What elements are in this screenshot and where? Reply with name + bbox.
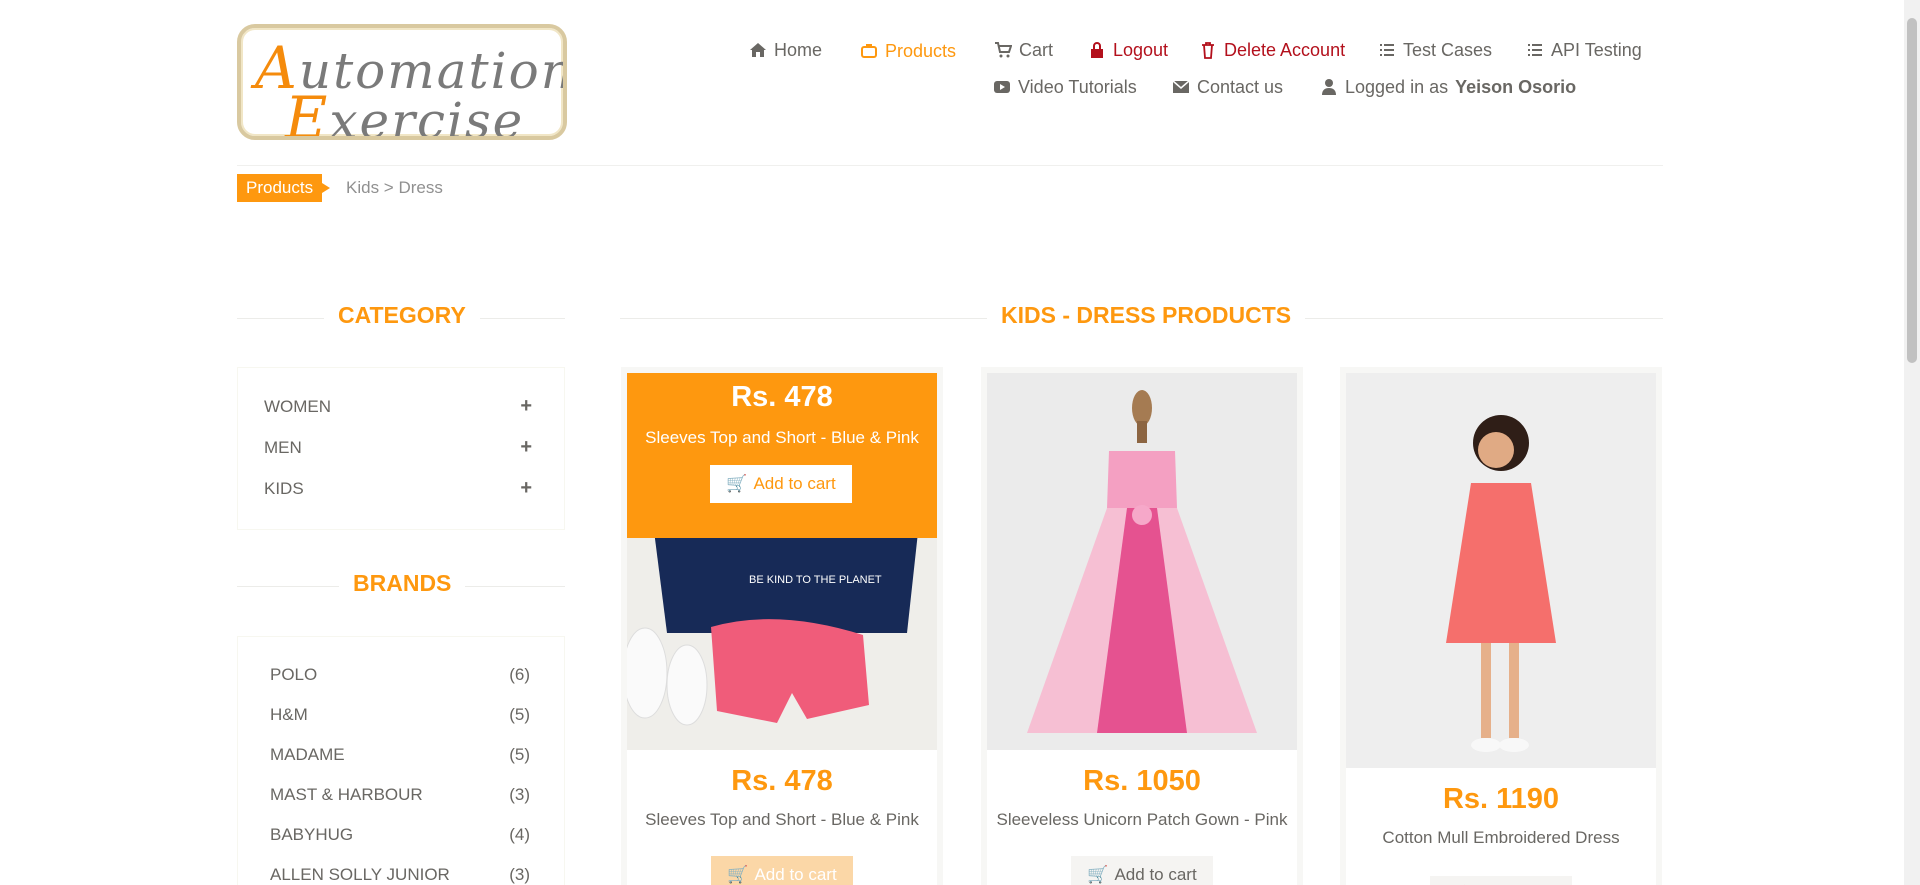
briefcase-icon (861, 44, 877, 58)
product-image (1346, 373, 1656, 768)
breadcrumb-products[interactable]: Products (237, 174, 331, 202)
nav-contact-us[interactable]: Contact us (1172, 75, 1283, 99)
trash-icon (1202, 42, 1214, 59)
product-image (987, 373, 1297, 750)
product-card: BE KIND TO THE PLANET Rs. 478 Sleeves To… (621, 367, 943, 885)
add-to-cart-button[interactable]: 🛒Add to cart (1430, 876, 1572, 885)
cart-icon (995, 42, 1012, 58)
nav-delete-account[interactable]: Delete Account (1199, 38, 1345, 62)
main-nav: Home Products Cart Logout Delete Account… (0, 38, 1920, 98)
logged-in-username: Yeison Osorio (1455, 76, 1577, 97)
nav-home[interactable]: Home (749, 38, 822, 62)
brands-panel: POLO (6) H&M (5) MADAME (5) MAST & HARBOUR(… (237, 636, 565, 885)
brand-polo[interactable]: POLO (6) (270, 665, 530, 685)
cart-icon: 🛒 (1087, 865, 1109, 884)
youtube-play-icon (994, 81, 1010, 93)
category-kids[interactable]: KIDS + (264, 477, 532, 500)
nav-products[interactable]: Products (860, 39, 956, 63)
brands-title: BRANDS (339, 570, 466, 597)
overlay-price: Rs. 478 (731, 381, 833, 413)
scrollbar-thumb[interactable] (1907, 18, 1917, 363)
nav-cart[interactable]: Cart (994, 38, 1053, 62)
list-icon (1380, 44, 1394, 56)
add-to-cart-button[interactable]: 🛒Add to cart (1071, 856, 1213, 885)
product-name: Sleeves Top and Short - Blue & Pink (645, 810, 919, 829)
plus-icon[interactable]: + (520, 436, 532, 459)
list-icon (1528, 44, 1542, 56)
brand-hm[interactable]: H&M (5) (270, 705, 530, 725)
logged-in-status: Logged in as Yeison Osorio (1320, 75, 1576, 99)
category-title: CATEGORY (324, 302, 480, 329)
nav-api-testing[interactable]: API Testing (1526, 38, 1642, 62)
product-card: Rs. 1190 Cotton Mull Embroidered Dress 🛒… (1340, 367, 1662, 885)
product-name: Sleeveless Unicorn Patch Gown - Pink (996, 810, 1288, 829)
brand-madame[interactable]: MADAME (5) (270, 745, 530, 765)
product-overlay: Rs. 478 Sleeves Top and Short - Blue & P… (627, 373, 937, 538)
product-price: Rs. 1050 (1083, 765, 1201, 797)
overlay-product-name: Sleeves Top and Short - Blue & Pink (645, 428, 919, 447)
home-icon (750, 43, 766, 57)
product-price: Rs. 1190 (1442, 783, 1560, 815)
vertical-scrollbar[interactable] (1904, 0, 1920, 885)
header-divider (237, 165, 1663, 166)
brand-mast-harbour[interactable]: MAST & HARBOUR (3) (270, 785, 530, 805)
brand-allen-solly-junior[interactable]: ALLEN SOLLY JUNIOR (3) (270, 865, 530, 885)
cart-icon: 🛒 (727, 865, 749, 884)
plus-icon[interactable]: + (520, 477, 532, 500)
plus-icon[interactable]: + (520, 395, 532, 418)
product-name: Cotton Mull Embroidered Dress (1382, 828, 1620, 847)
overlay-add-to-cart-button[interactable]: 🛒 Add to cart (710, 465, 852, 503)
envelope-icon (1172, 80, 1190, 93)
lock-icon (1091, 42, 1103, 58)
nav-video-tutorials[interactable]: Video Tutorials (993, 75, 1137, 99)
brand-babyhug[interactable]: BABYHUG (4) (270, 825, 530, 845)
add-to-cart-button[interactable]: 🛒Add to cart (711, 856, 853, 885)
products-title: KIDS - DRESS PRODUCTS (987, 302, 1306, 329)
category-women[interactable]: WOMEN + (264, 395, 532, 418)
product-image-text: BE KIND TO THE PLANET (749, 574, 882, 586)
product-card: Rs. 1050 Sleeveless Unicorn Patch Gown -… (981, 367, 1303, 885)
cart-icon: 🛒 (726, 474, 748, 493)
page: Automation Exercise Home Products Cart L… (0, 0, 1920, 885)
category-men[interactable]: MEN + (264, 436, 532, 459)
user-icon (1322, 79, 1336, 95)
nav-logout[interactable]: Logout (1088, 38, 1168, 62)
breadcrumb-path: Kids > Dress (346, 178, 443, 197)
product-price: Rs. 478 (731, 765, 833, 797)
category-panel: WOMEN + MEN + KIDS + (237, 367, 565, 530)
nav-test-cases[interactable]: Test Cases (1378, 38, 1492, 62)
